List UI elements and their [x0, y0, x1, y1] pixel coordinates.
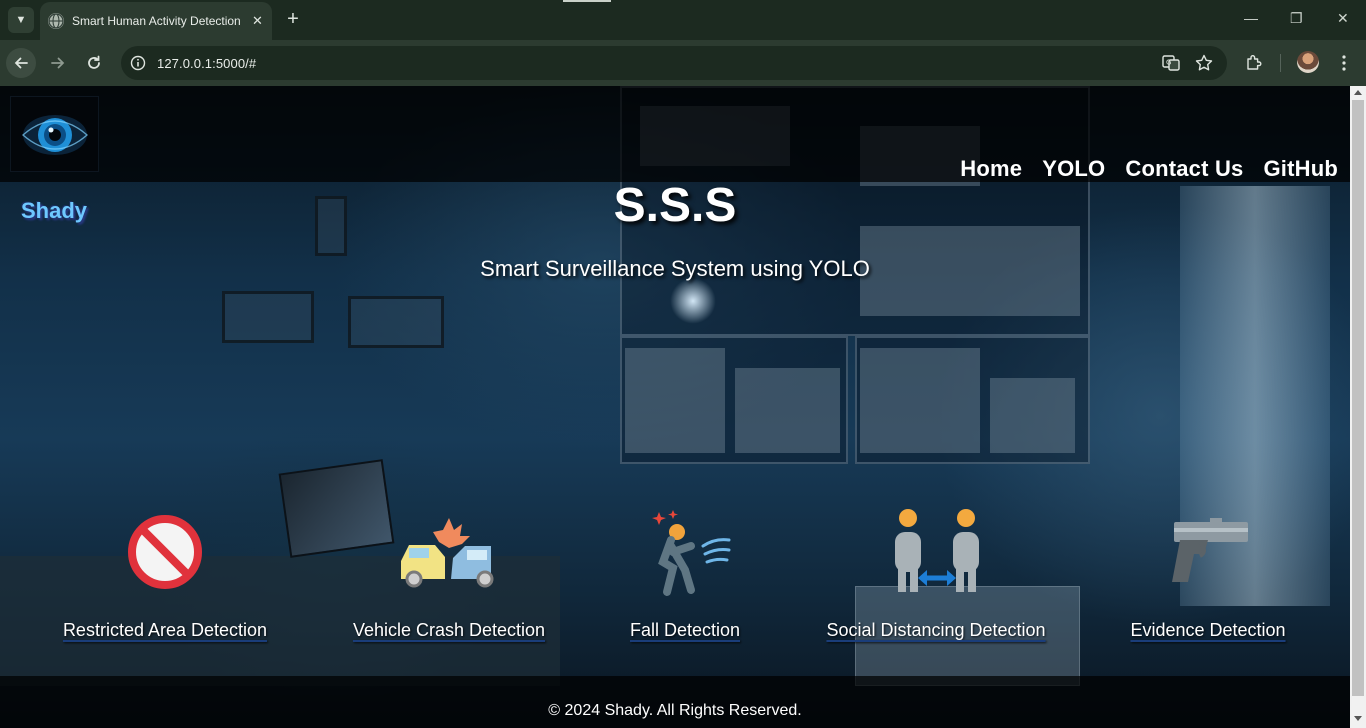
svg-text:G: G — [1166, 59, 1171, 67]
copyright-text: © 2024 Shady. All Rights Reserved. — [548, 702, 802, 719]
info-icon[interactable] — [130, 55, 146, 71]
feature-label[interactable]: Evidence Detection — [1088, 620, 1328, 641]
feature-restricted-area[interactable]: Restricted Area Detection — [45, 506, 285, 641]
tab-title: Smart Human Activity Detection — [72, 14, 241, 28]
restore-icon[interactable]: ❐ — [1290, 10, 1303, 27]
extensions-icon[interactable] — [1244, 53, 1264, 73]
scroll-down-arrow-icon[interactable] — [1354, 716, 1362, 721]
feature-vehicle-crash[interactable]: Vehicle Crash Detection — [329, 506, 569, 641]
feature-label[interactable]: Fall Detection — [565, 620, 805, 641]
site-footer: © 2024 Shady. All Rights Reserved. — [0, 676, 1350, 728]
feature-label[interactable]: Vehicle Crash Detection — [329, 620, 569, 641]
back-arrow-icon[interactable] — [6, 48, 36, 78]
translate-icon[interactable]: G — [1161, 53, 1181, 73]
globe-icon — [48, 13, 64, 29]
no-entry-icon — [128, 515, 202, 589]
star-icon[interactable] — [1194, 53, 1214, 73]
browser-toolbar: 127.0.0.1:5000/# G — [0, 40, 1366, 86]
social-distance-icon — [895, 509, 979, 592]
close-icon[interactable]: ✕ — [252, 13, 263, 29]
tab-list-icon[interactable]: ▼ — [8, 7, 34, 33]
scrollbar-thumb[interactable] — [1352, 100, 1364, 696]
feature-fall-detection[interactable]: Fall Detection — [565, 506, 805, 641]
page-subtitle: Smart Surveillance System using YOLO — [480, 256, 870, 281]
toolbar-separator — [1280, 54, 1281, 72]
close-window-icon[interactable]: ✕ — [1337, 10, 1349, 27]
feature-label[interactable]: Restricted Area Detection — [45, 620, 285, 641]
more-vert-icon[interactable] — [1334, 53, 1354, 73]
pistol-icon — [1172, 518, 1248, 582]
page-title: S.S.S — [613, 179, 737, 232]
tab-strip-indicator — [563, 0, 611, 2]
profile-avatar[interactable] — [1297, 51, 1319, 73]
eye-logo[interactable] — [10, 96, 99, 172]
feature-label[interactable]: Social Distancing Detection — [816, 620, 1056, 641]
browser-tab-bar: ▼ Smart Human Activity Detection ✕ + — ❐… — [0, 0, 1366, 40]
scroll-up-arrow-icon[interactable] — [1354, 90, 1362, 95]
page-viewport: Home YOLO Contact Us GitHub Shady S.S.S … — [0, 86, 1350, 728]
car-crash-icon — [401, 518, 494, 588]
site-header: Home YOLO Contact Us GitHub — [0, 86, 1350, 182]
person-falling-icon — [652, 510, 731, 596]
browser-tab[interactable]: Smart Human Activity Detection ✕ — [40, 2, 272, 40]
feature-social-distancing[interactable]: Social Distancing Detection — [816, 506, 1056, 641]
reload-icon[interactable] — [79, 48, 109, 78]
feature-evidence-detection[interactable]: Evidence Detection — [1088, 506, 1328, 641]
address-bar[interactable]: 127.0.0.1:5000/# G — [121, 46, 1227, 80]
url-text: 127.0.0.1:5000/# — [157, 55, 257, 71]
minimize-icon[interactable]: — — [1244, 10, 1258, 26]
plus-icon[interactable]: + — [282, 8, 304, 30]
forward-arrow-icon[interactable] — [43, 48, 73, 78]
